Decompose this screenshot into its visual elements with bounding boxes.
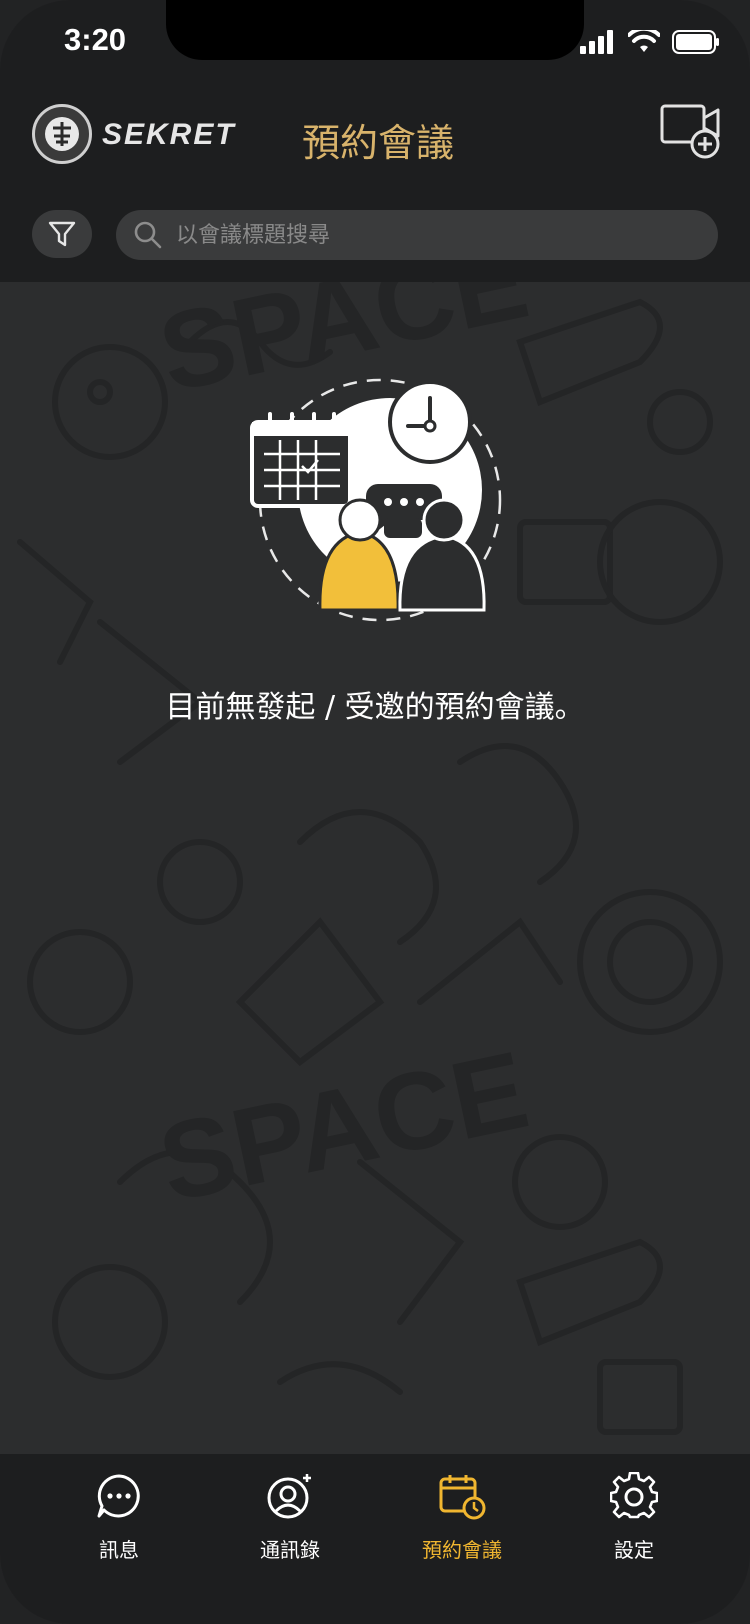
tab-contacts[interactable]: 通訊錄 [215,1472,365,1563]
notch [166,0,584,60]
status-icons [580,30,720,54]
gear-icon [609,1471,659,1519]
status-bar: 3:20 [0,0,750,92]
search-bar[interactable] [116,210,718,260]
bottom-tab-bar: 訊息 通訊錄 預約會議 設定 [0,1454,750,1624]
search-input[interactable] [174,221,678,249]
page-title: 預約會議 [302,121,455,165]
clock-icon [388,380,472,464]
tab-label: 預約會議 [422,1538,502,1562]
battery-icon [672,30,719,54]
empty-state-message: 目前無發起 / 受邀的預約會議。 [165,690,585,725]
empty-meeting-illustration [250,378,502,622]
filter-button[interactable] [32,210,92,258]
tab-label: 訊息 [99,1538,139,1562]
svg-text:SPACE: SPACE [149,1028,537,1225]
new-meeting-video-icon[interactable] [660,104,722,160]
search-icon [134,221,162,249]
calendar-clock-icon [439,1475,486,1520]
chat-bubble-icon [97,1474,140,1518]
signal-icon [580,30,613,54]
meeting-list-area: SPACE SPACE 目前無發起 / 受邀的預約會議。 [0,282,750,1454]
tab-settings[interactable]: 設定 [559,1471,709,1563]
tab-messages[interactable]: 訊息 [44,1472,194,1563]
seal-icon [45,117,79,151]
app-header: SEKRET 預約會議 [0,92,750,282]
tab-scheduled-meetings[interactable]: 預約會議 [387,1472,537,1563]
brand-name: SEKRET [102,118,236,151]
app-screen: 3:20 SEKRET 預約會議 以會議標題搜尋 SPACE SPACE 目前無… [0,0,750,1624]
add-contact-icon [267,1474,311,1519]
tab-label: 設定 [614,1538,654,1562]
calendar-icon [250,412,352,508]
tab-label: 通訊錄 [260,1538,320,1562]
device-frame: 3:20 SEKRET 預約會議 以會議標題搜尋 SPACE SPACE 目前無… [0,0,750,1624]
status-time: 3:20 [64,22,127,57]
app-logo [32,104,92,164]
wifi-icon [628,30,660,52]
filter-icon [48,221,76,247]
